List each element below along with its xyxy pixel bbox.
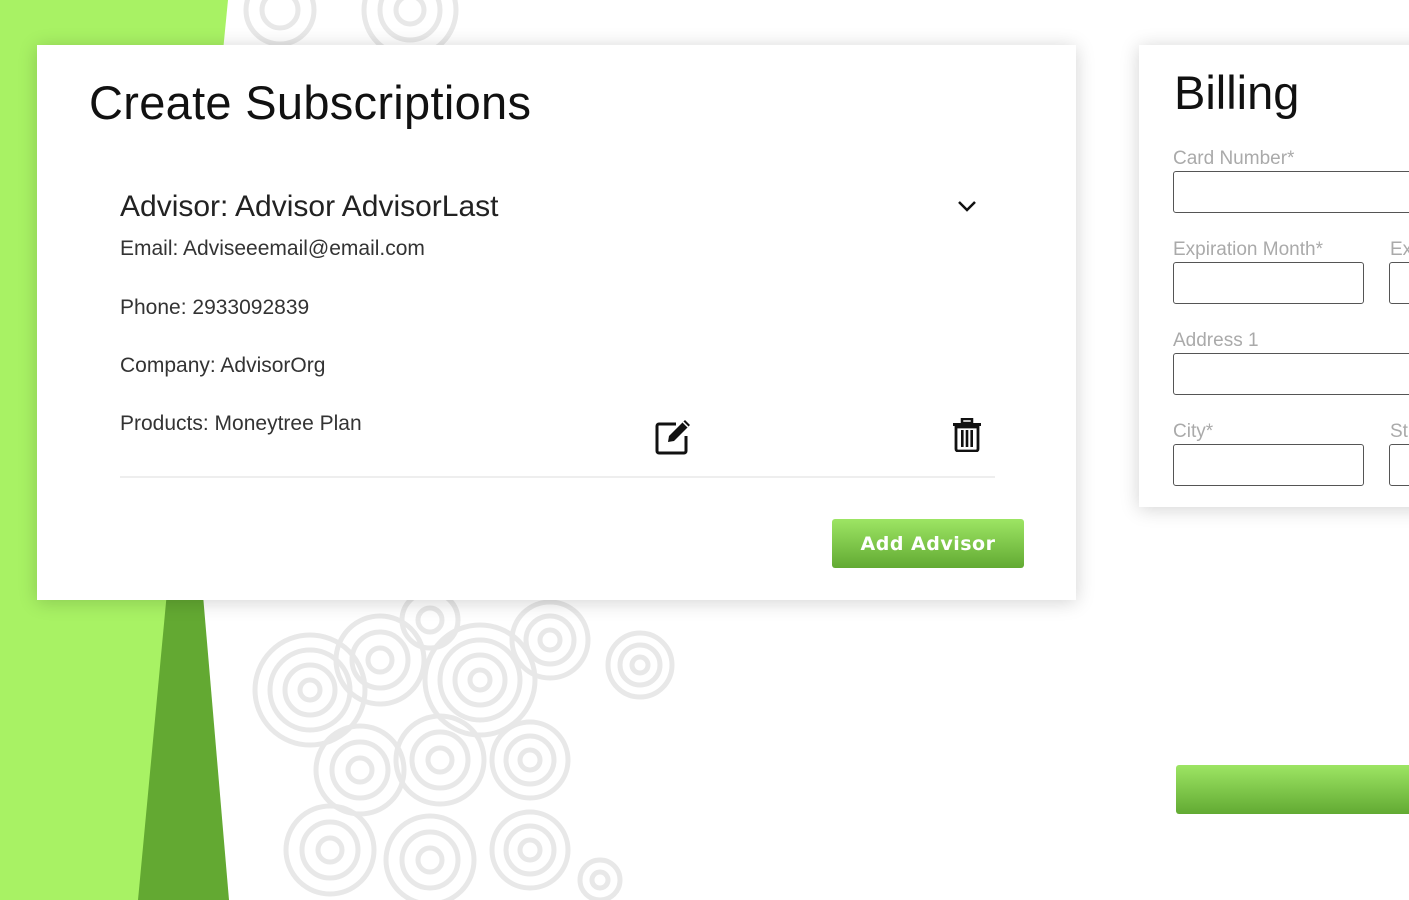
billing-card: Billing Card Number* Expiration Month* E… <box>1139 45 1409 507</box>
trash-icon[interactable] <box>952 418 982 452</box>
edit-icon[interactable] <box>654 418 692 456</box>
city-input[interactable] <box>1173 444 1364 486</box>
state-input[interactable] <box>1389 444 1409 486</box>
state-label: St <box>1390 421 1408 442</box>
advisor-company: Company: AdvisorOrg <box>120 354 326 377</box>
address1-input[interactable] <box>1173 353 1409 395</box>
add-advisor-button[interactable]: Add Advisor <box>832 519 1024 568</box>
expiration-month-label: Expiration Month* <box>1173 239 1323 260</box>
advisor-header[interactable]: Advisor: Advisor AdvisorLast <box>120 185 995 229</box>
billing-title: Billing <box>1174 66 1300 119</box>
advisor-panel: Advisor: Advisor AdvisorLast Email: Advi… <box>120 185 995 478</box>
advisor-phone: Phone: 2933092839 <box>120 296 310 319</box>
address1-label: Address 1 <box>1173 330 1259 351</box>
expiration-year-label: Ex <box>1390 239 1409 260</box>
card-number-input[interactable] <box>1173 171 1409 213</box>
expiration-year-input[interactable] <box>1389 262 1409 304</box>
expiration-month-input[interactable] <box>1173 262 1364 304</box>
card-number-label: Card Number* <box>1173 148 1295 169</box>
chevron-down-icon[interactable] <box>954 193 980 219</box>
page-title: Create Subscriptions <box>89 76 532 129</box>
create-subscriptions-card: Create Subscriptions Advisor: Advisor Ad… <box>37 45 1076 600</box>
advisor-products: Products: Moneytree Plan <box>120 412 362 435</box>
city-label: City* <box>1173 421 1214 442</box>
advisor-divider <box>120 476 995 478</box>
billing-submit-button[interactable] <box>1176 765 1409 814</box>
advisor-email: Email: Adviseeemail@email.com <box>120 237 425 260</box>
